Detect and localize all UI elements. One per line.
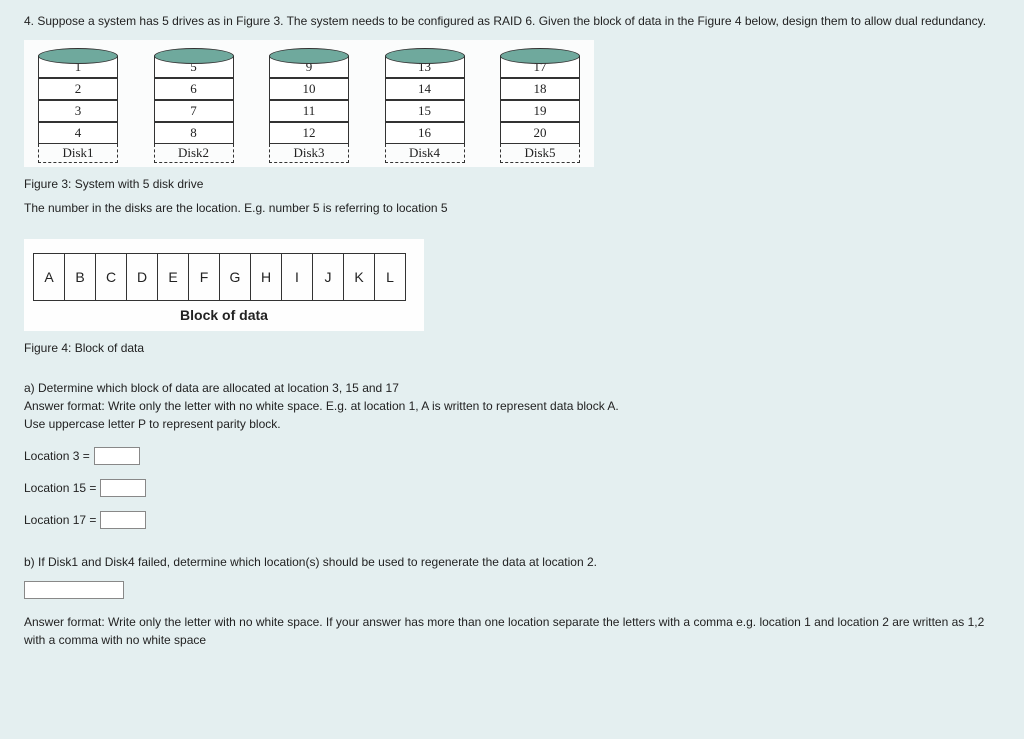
data-block-cell: E: [157, 253, 189, 301]
location15-label: Location 15 =: [24, 481, 96, 495]
part-a-hint: Use uppercase letter P to represent pari…: [24, 415, 1000, 433]
data-block-cell: F: [188, 253, 220, 301]
disk-top-icon: [500, 48, 580, 64]
figure4-panel: A B C D E F G H I J K L Block of data: [24, 239, 424, 331]
disk-top-icon: [269, 48, 349, 64]
figure3-caption: Figure 3: System with 5 disk drive: [24, 177, 1000, 191]
data-block-cell: D: [126, 253, 158, 301]
part-a-question: a) Determine which block of data are all…: [24, 379, 1000, 433]
data-block-cell: K: [343, 253, 375, 301]
location-cell: 14: [385, 78, 465, 100]
part-a-text: a) Determine which block of data are all…: [24, 379, 1000, 397]
part-b-format: Answer format: Write only the letter wit…: [24, 613, 1000, 649]
data-block-cell: C: [95, 253, 127, 301]
data-block-cell: G: [219, 253, 251, 301]
question-intro: 4. Suppose a system has 5 drives as in F…: [24, 12, 1000, 30]
disk-label: Disk3: [269, 144, 349, 163]
location-cell: 6: [154, 78, 234, 100]
data-block-cell: J: [312, 253, 344, 301]
location-cell: 19: [500, 100, 580, 122]
block-title: Block of data: [34, 307, 414, 323]
location-cell: 3: [38, 100, 118, 122]
data-block-cell: A: [33, 253, 65, 301]
location17-label: Location 17 =: [24, 513, 96, 527]
location-cell: 12: [269, 122, 349, 144]
location-cell: 8: [154, 122, 234, 144]
data-block-cell: I: [281, 253, 313, 301]
location-cell: 16: [385, 122, 465, 144]
disk-label: Disk5: [500, 144, 580, 163]
disk-column: 13 14 15 16 Disk4: [377, 48, 473, 163]
location3-input[interactable]: [94, 447, 140, 465]
data-block-cell: H: [250, 253, 282, 301]
data-block-row: A B C D E F G H I J K L: [34, 253, 414, 301]
part-a-format: Answer format: Write only the letter wit…: [24, 397, 1000, 415]
disks-row: 1 2 3 4 Disk1 5 6 7 8 Disk2 9 10 11 12 D…: [30, 48, 588, 163]
figure4-caption: Figure 4: Block of data: [24, 341, 1000, 355]
data-block-cell: L: [374, 253, 406, 301]
disk-column: 9 10 11 12 Disk3: [261, 48, 357, 163]
disk-column: 17 18 19 20 Disk5: [492, 48, 588, 163]
disk-top-icon: [385, 48, 465, 64]
disk-column: 5 6 7 8 Disk2: [146, 48, 242, 163]
figure3-panel: 1 2 3 4 Disk1 5 6 7 8 Disk2 9 10 11 12 D…: [24, 40, 594, 167]
disk-top-icon: [154, 48, 234, 64]
location17-input[interactable]: [100, 511, 146, 529]
location-cell: 15: [385, 100, 465, 122]
disk-label: Disk1: [38, 144, 118, 163]
location-cell: 10: [269, 78, 349, 100]
disk-column: 1 2 3 4 Disk1: [30, 48, 126, 163]
location-cell: 11: [269, 100, 349, 122]
location-cell: 4: [38, 122, 118, 144]
location3-label: Location 3 =: [24, 449, 90, 463]
location-cell: 18: [500, 78, 580, 100]
figure3-note: The number in the disks are the location…: [24, 201, 1000, 215]
part-b-question: b) If Disk1 and Disk4 failed, determine …: [24, 553, 1000, 571]
location-cell: 2: [38, 78, 118, 100]
location-cell: 7: [154, 100, 234, 122]
disk-label: Disk2: [154, 144, 234, 163]
disk-top-icon: [38, 48, 118, 64]
disk-label: Disk4: [385, 144, 465, 163]
partb-input[interactable]: [24, 581, 124, 599]
location15-input[interactable]: [100, 479, 146, 497]
data-block-cell: B: [64, 253, 96, 301]
location-cell: 20: [500, 122, 580, 144]
